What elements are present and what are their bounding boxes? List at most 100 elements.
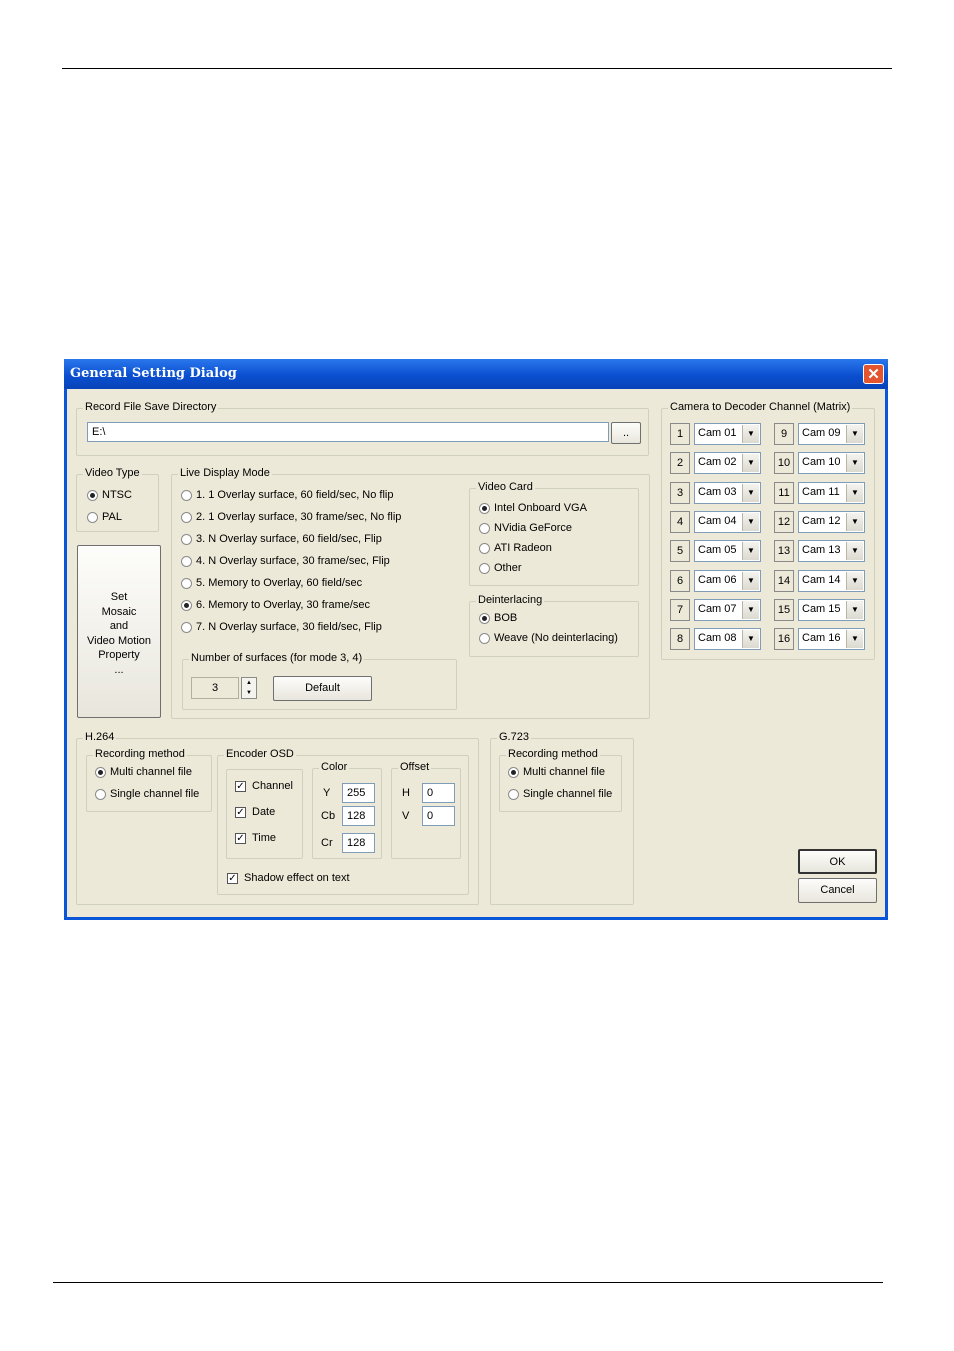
matrix-right-camera-select-12[interactable]: Cam 12 ▼ — [798, 510, 865, 533]
matrix-left-camera-select-4[interactable]: Cam 04 ▼ — [694, 510, 761, 533]
chevron-down-icon[interactable]: ▼ — [742, 425, 759, 443]
osd-check-channel-label: Channel — [252, 780, 293, 792]
osd-check-time-label: Time — [252, 832, 277, 844]
chevron-down-icon[interactable]: ▼ — [742, 600, 759, 619]
matrix-right-camera-select-13[interactable]: Cam 13 ▼ — [798, 540, 865, 563]
chevron-down-icon[interactable]: ▼ — [846, 425, 863, 443]
cancel-button[interactable]: Cancel — [798, 878, 877, 903]
matrix-left-camera-select-8[interactable]: Cam 08 ▼ — [694, 628, 761, 651]
osd-check-time-checkbox[interactable]: ✓ — [235, 833, 246, 844]
deinterlace-radio-1[interactable] — [479, 613, 490, 624]
offset-v-label: V — [402, 810, 410, 822]
color-cr-input[interactable]: 128 — [342, 833, 375, 853]
chevron-down-icon[interactable]: ▼ — [742, 571, 759, 590]
osd-check-channel-checkbox[interactable]: ✓ — [235, 781, 246, 792]
camera-matrix-legend: Camera to Decoder Channel (Matrix) — [668, 401, 853, 413]
matrix-right-camera-select-14[interactable]: Cam 14 ▼ — [798, 569, 865, 592]
chevron-down-icon[interactable]: ▼ — [742, 542, 759, 561]
live-mode-label-6: 6. Memory to Overlay, 30 frame/sec — [196, 599, 371, 611]
live-mode-radio-7[interactable] — [181, 622, 192, 633]
camera-select-value: Cam 01 — [698, 427, 737, 439]
camera-select-value: Cam 12 — [802, 514, 841, 527]
video-type-radio-2[interactable] — [87, 512, 98, 523]
chevron-down-icon[interactable]: ▼ — [846, 542, 863, 561]
mosaic-button-line-6: ... — [114, 663, 124, 676]
chevron-down-icon[interactable]: ▼ — [846, 630, 863, 649]
matrix-right-camera-select-16[interactable]: Cam 16 ▼ — [798, 628, 865, 651]
matrix-left-camera-select-1[interactable]: Cam 01 ▼ — [694, 423, 761, 445]
chevron-down-icon[interactable]: ▼ — [846, 571, 863, 590]
g723-legend: G.723 — [497, 731, 531, 743]
shadow-checkbox[interactable]: ✓ — [227, 873, 238, 884]
video-card-radio-4[interactable] — [479, 563, 490, 574]
camera-select-value: Cam 05 — [698, 544, 737, 557]
browse-button[interactable]: .. — [611, 422, 641, 444]
g723-rec-radio-1[interactable] — [508, 767, 519, 778]
live-mode-radio-6[interactable] — [181, 600, 192, 611]
matrix-left-camera-select-2[interactable]: Cam 02 ▼ — [694, 452, 761, 475]
h264-rec-label-2: Single channel file — [110, 788, 200, 800]
matrix-right-camera-select-11[interactable]: Cam 11 ▼ — [798, 481, 865, 504]
offset-v-input[interactable]: 0 — [422, 806, 455, 826]
matrix-left-camera-select-5[interactable]: Cam 05 ▼ — [694, 540, 761, 563]
deinterlace-radio-2[interactable] — [479, 633, 490, 644]
color-cb-input[interactable]: 128 — [342, 806, 375, 826]
surfaces-input[interactable]: 3 — [191, 677, 239, 699]
matrix-left-channel-8: 8 — [670, 628, 690, 651]
live-mode-radio-5[interactable] — [181, 578, 192, 589]
matrix-left-channel-4: 4 — [670, 510, 690, 533]
live-mode-label-1: 1. 1 Overlay surface, 60 field/sec, No f… — [196, 489, 394, 501]
default-button[interactable]: Default — [273, 676, 372, 701]
h264-recording-legend: Recording method — [93, 748, 187, 760]
surfaces-spinner[interactable]: ▲ ▼ — [241, 677, 257, 699]
offset-group: Offset H 0 V 0 — [391, 761, 461, 859]
live-mode-radio-3[interactable] — [181, 534, 192, 545]
chevron-down-icon[interactable]: ▼ — [846, 483, 863, 502]
camera-select-value: Cam 11 — [802, 485, 840, 498]
live-mode-radio-1[interactable] — [181, 490, 192, 501]
video-type-radio-1[interactable] — [87, 490, 98, 501]
ok-button[interactable]: OK — [798, 849, 877, 874]
matrix-right-camera-select-9[interactable]: Cam 09 ▼ — [798, 423, 865, 445]
camera-select-value: Cam 04 — [698, 514, 737, 527]
video-card-radio-1[interactable] — [479, 503, 490, 514]
chevron-down-icon[interactable]: ▼ — [846, 512, 863, 531]
chevron-down-icon[interactable]: ▼ — [846, 454, 863, 473]
matrix-left-camera-select-7[interactable]: Cam 07 ▼ — [694, 598, 761, 621]
video-card-radio-2[interactable] — [479, 523, 490, 534]
offset-h-label: H — [402, 787, 410, 799]
g723-recording-legend: Recording method — [506, 748, 600, 760]
chevron-down-icon[interactable]: ▼ — [742, 483, 759, 502]
chevron-down-icon[interactable]: ▼ — [742, 454, 759, 473]
osd-check-date-checkbox[interactable]: ✓ — [235, 807, 246, 818]
g723-rec-label-1: Multi channel file — [523, 766, 605, 778]
chevron-down-icon[interactable]: ▼ — [846, 600, 863, 619]
matrix-left-channel-3: 3 — [670, 481, 690, 504]
matrix-right-camera-select-10[interactable]: Cam 10 ▼ — [798, 452, 865, 475]
chevron-down-icon[interactable]: ▼ — [742, 630, 759, 649]
matrix-left-camera-select-6[interactable]: Cam 06 ▼ — [694, 569, 761, 592]
matrix-right-camera-select-15[interactable]: Cam 15 ▼ — [798, 598, 865, 621]
general-setting-dialog: General Setting Dialog ✕ Record File Sav… — [64, 359, 888, 920]
title-bar[interactable]: General Setting Dialog ✕ — [64, 359, 888, 389]
live-mode-label-5: 5. Memory to Overlay, 60 field/sec — [196, 577, 363, 589]
set-mosaic-button[interactable]: Set Mosaic and Video Motion Property... — [77, 545, 161, 718]
color-group: Color Y 255 Cb 128 Cr 128 — [312, 761, 382, 859]
close-icon[interactable]: ✕ — [863, 364, 884, 384]
g723-rec-radio-2[interactable] — [508, 789, 519, 800]
live-mode-radio-2[interactable] — [181, 512, 192, 523]
chevron-down-icon[interactable]: ▼ — [742, 512, 759, 531]
live-mode-radio-4[interactable] — [181, 556, 192, 567]
video-card-radio-3[interactable] — [479, 543, 490, 554]
spin-up-icon[interactable]: ▲ — [242, 678, 256, 688]
shadow-label: Shadow effect on text — [244, 872, 350, 884]
color-y-input[interactable]: 255 — [342, 783, 375, 803]
matrix-left-camera-select-3[interactable]: Cam 03 ▼ — [694, 481, 761, 504]
spin-down-icon[interactable]: ▼ — [242, 688, 256, 698]
mosaic-button-line-1: Set — [110, 591, 128, 603]
matrix-right-channel-13: 13 — [774, 540, 794, 563]
record-dir-input[interactable]: E:\ — [87, 422, 609, 442]
offset-h-input[interactable]: 0 — [422, 783, 455, 803]
h264-rec-radio-2[interactable] — [95, 789, 106, 800]
h264-rec-radio-1[interactable] — [95, 767, 106, 778]
